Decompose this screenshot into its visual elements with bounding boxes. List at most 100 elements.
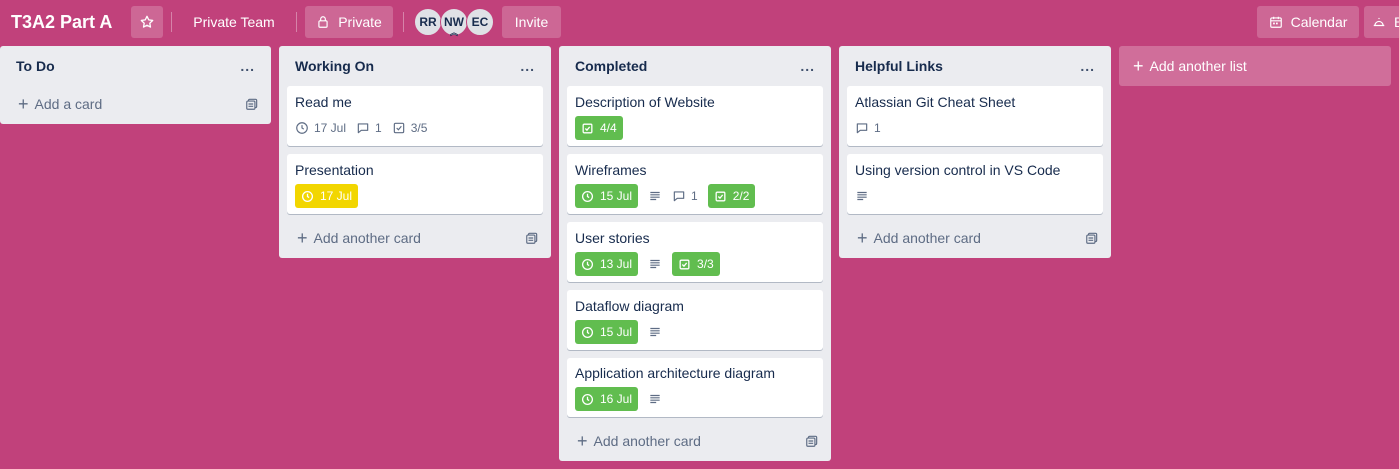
due-date-text: 16 Jul xyxy=(600,392,633,406)
list-title[interactable]: Completed xyxy=(575,58,647,74)
due-date-badge[interactable]: 17 Jul xyxy=(295,184,359,208)
comments-badge: 1 xyxy=(672,184,698,208)
admin-chevron-icon: ︽ xyxy=(450,28,458,37)
due-date-text: 15 Jul xyxy=(600,325,633,339)
template-icon[interactable] xyxy=(805,434,819,448)
description-icon xyxy=(648,257,662,271)
card[interactable]: Using version control in VS Code xyxy=(847,154,1103,214)
comments-badge: 1 xyxy=(855,116,881,140)
checklist-badge: 3/3 xyxy=(672,252,720,276)
header-divider xyxy=(171,12,172,32)
list-menu-button[interactable]: ... xyxy=(520,58,535,74)
team-button[interactable]: Private Team xyxy=(180,6,288,38)
calendar-button[interactable]: Calendar xyxy=(1257,6,1359,38)
due-date-badge[interactable]: 16 Jul xyxy=(575,387,639,411)
description-icon xyxy=(648,392,662,406)
card[interactable]: Dataflow diagram 15 Jul xyxy=(567,290,823,350)
add-card-label: Add another card xyxy=(313,230,421,246)
star-button[interactable] xyxy=(131,6,163,38)
comment-icon xyxy=(856,123,868,134)
board-title[interactable]: T3A2 Part A xyxy=(11,9,112,35)
list-menu-button[interactable]: ... xyxy=(1080,58,1095,74)
add-card-button[interactable]: + Add another card xyxy=(559,421,831,461)
add-card-button[interactable]: + Add another card xyxy=(839,218,1111,258)
list-header: To Do ... xyxy=(0,46,271,86)
list-title[interactable]: Working On xyxy=(295,58,374,74)
checklist-count: 3/5 xyxy=(410,121,428,135)
member-avatar[interactable]: RR xyxy=(414,8,442,36)
card-title: Atlassian Git Cheat Sheet xyxy=(855,94,1016,110)
plus-icon: + xyxy=(857,228,868,248)
checklist-badge: 3/5 xyxy=(392,116,428,140)
checkbox-icon xyxy=(393,122,404,134)
add-card-button[interactable]: + Add a card xyxy=(0,84,271,124)
add-card-label: Add a card xyxy=(34,96,103,112)
invite-button[interactable]: Invite xyxy=(502,6,561,38)
list-header: Helpful Links ... xyxy=(839,46,1111,86)
list-helpful-links: Helpful Links ... Atlassian Git Cheat Sh… xyxy=(839,46,1111,258)
calendar-label: Calendar xyxy=(1290,14,1348,30)
card[interactable]: Atlassian Git Cheat Sheet 1 xyxy=(847,86,1103,146)
card-title: Application architecture diagram xyxy=(575,365,775,381)
list-title[interactable]: Helpful Links xyxy=(855,58,943,74)
card[interactable]: Application architecture diagram 16 Jul xyxy=(567,358,823,417)
member-avatar[interactable]: EC xyxy=(466,8,494,36)
plus-icon: + xyxy=(18,94,29,114)
card[interactable]: Description of Website 4/4 xyxy=(567,86,823,146)
add-card-label: Add another card xyxy=(593,433,701,449)
list-menu-button[interactable]: ... xyxy=(800,58,815,74)
add-list-button[interactable]: + Add another list xyxy=(1119,46,1391,86)
list-title[interactable]: To Do xyxy=(16,58,55,74)
card[interactable]: Wireframes 15 Jul 1 2/2 xyxy=(567,154,823,214)
checklist-count: 3/3 xyxy=(697,257,714,271)
list-menu-button[interactable]: ... xyxy=(240,58,255,74)
comment-icon xyxy=(673,191,685,202)
due-date-badge[interactable]: 15 Jul xyxy=(575,184,639,208)
clock-icon xyxy=(581,393,594,405)
butler-label: B xyxy=(1394,14,1399,30)
card-title: User stories xyxy=(575,230,650,246)
card[interactable]: User stories 13 Jul 3/3 xyxy=(567,222,823,282)
clock-icon xyxy=(296,122,308,134)
comments-count: 1 xyxy=(375,121,382,135)
lock-icon xyxy=(318,16,328,28)
visibility-button[interactable]: Private xyxy=(305,6,393,38)
checklist-badge: 4/4 xyxy=(575,116,623,140)
comment-icon xyxy=(357,123,369,134)
card[interactable]: Presentation 17 Jul xyxy=(287,154,543,214)
comments-count: 1 xyxy=(874,121,881,135)
checkbox-icon xyxy=(679,259,690,269)
checklist-count: 2/2 xyxy=(732,189,750,203)
checkbox-icon xyxy=(715,191,726,201)
header-divider xyxy=(403,12,404,32)
due-date-badge[interactable]: 17 Jul xyxy=(295,116,346,140)
avatar-initials: NW xyxy=(444,15,464,29)
member-avatar[interactable]: NW ︽ xyxy=(440,8,468,37)
description-icon xyxy=(855,189,869,203)
card-title: Using version control in VS Code xyxy=(855,162,1061,178)
clock-icon xyxy=(581,190,594,202)
card[interactable]: Read me 17 Jul 1 3/5 xyxy=(287,86,543,146)
add-card-label: Add another card xyxy=(873,230,981,246)
checkbox-icon xyxy=(582,123,593,133)
card-title: Presentation xyxy=(295,162,374,178)
due-date-text: 17 Jul xyxy=(320,189,353,203)
template-icon[interactable] xyxy=(245,97,259,111)
add-card-button[interactable]: + Add another card xyxy=(279,218,551,258)
board-header: T3A2 Part A Private Team Private RR NW ︽… xyxy=(0,0,1399,44)
template-icon[interactable] xyxy=(525,231,539,245)
butler-button[interactable]: B xyxy=(1364,6,1399,38)
list-completed: Completed ... Description of Website 4/4… xyxy=(559,46,831,461)
due-date-badge[interactable]: 13 Jul xyxy=(575,252,639,276)
clock-icon xyxy=(301,190,314,202)
card-title: Read me xyxy=(295,94,352,110)
template-icon[interactable] xyxy=(1085,231,1099,245)
team-label: Private Team xyxy=(193,14,275,30)
plus-icon: + xyxy=(297,228,308,248)
comments-badge: 1 xyxy=(356,116,382,140)
checklist-count: 4/4 xyxy=(600,121,617,135)
clock-icon xyxy=(581,326,594,338)
due-date-text: 13 Jul xyxy=(600,257,633,271)
visibility-label: Private xyxy=(338,14,382,30)
due-date-badge[interactable]: 15 Jul xyxy=(575,320,639,344)
